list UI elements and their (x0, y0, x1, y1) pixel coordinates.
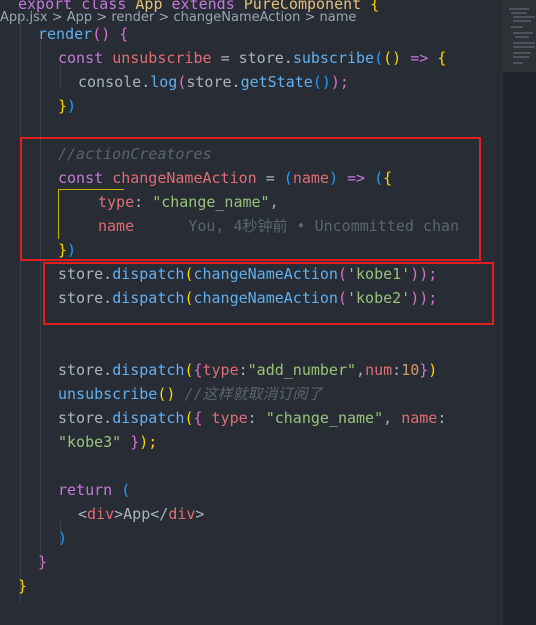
code-line-18: store.dispatch({ type: "change_name", na… (58, 409, 447, 427)
indent-guide (20, 16, 21, 602)
annotation-box-dispatch-calls (43, 262, 494, 325)
annotation-box-action-creator (20, 137, 481, 261)
code-line-21: return ( (58, 481, 131, 499)
code-line-22: <div>App</div> (78, 505, 205, 523)
indent-guide (40, 40, 41, 566)
code-line-16: store.dispatch({type:"add_number",num:10… (58, 361, 438, 379)
code-line-1: export class App extends PureComponent { (18, 0, 380, 13)
code-line-25: } (18, 577, 28, 595)
code-line-4: console.log(store.getState()); (78, 73, 349, 91)
code-line-24: } (38, 553, 48, 571)
code-line-19: "kobe3" }); (58, 433, 158, 451)
code-line-3: const unsubscribe = store.subscribe(() =… (58, 49, 447, 67)
code-line-2: render() { (38, 25, 129, 43)
code-line-17: unsubscribe() //这样就取消订阅了 (58, 385, 323, 403)
minimap[interactable] (502, 0, 536, 625)
code-line-5: }) (58, 97, 77, 115)
code-line-23: ) (58, 529, 68, 547)
